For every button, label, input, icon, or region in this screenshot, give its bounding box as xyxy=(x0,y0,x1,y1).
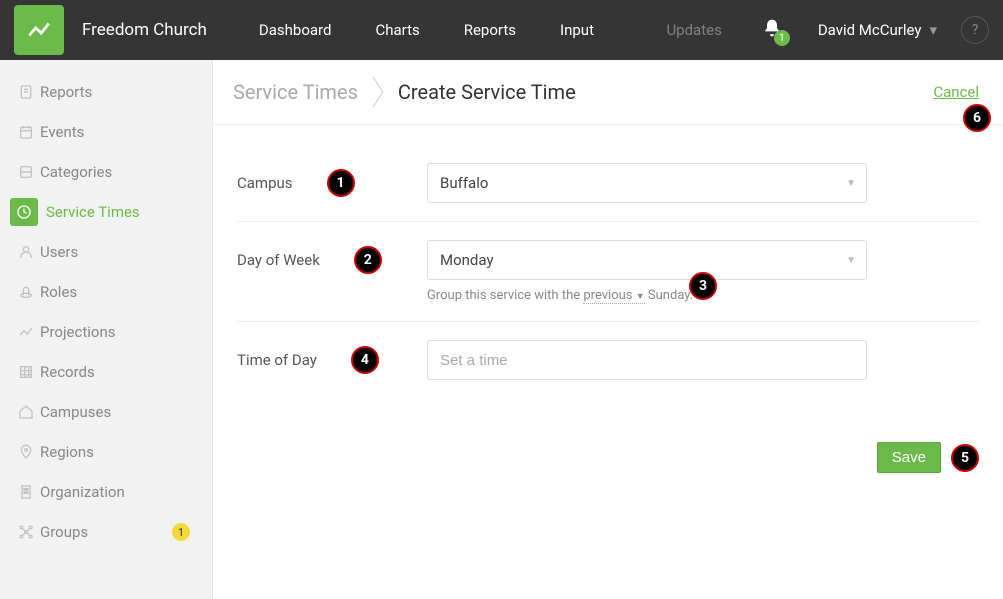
dropdown-icon: ▼ xyxy=(846,178,856,189)
chart-icon xyxy=(12,324,40,340)
sidebar-item-label: Roles xyxy=(40,283,77,301)
sidebar-item-reports[interactable]: Reports xyxy=(0,72,212,112)
sidebar-item-roles[interactable]: Roles xyxy=(0,272,212,312)
building-icon xyxy=(12,484,40,500)
hat-icon xyxy=(12,284,40,300)
sidebar-item-events[interactable]: Events xyxy=(0,112,212,152)
nav-reports[interactable]: Reports xyxy=(442,0,538,60)
annotation-5: 5 xyxy=(951,444,979,472)
categories-icon xyxy=(12,164,40,180)
grouping-hint: Group this service with the previous ▼ S… xyxy=(427,288,867,303)
dow-label: Day of Week xyxy=(237,251,320,269)
tod-input[interactable] xyxy=(427,340,867,380)
sidebar-item-label: Service Times xyxy=(46,203,140,221)
sidebar-item-users[interactable]: Users xyxy=(0,232,212,272)
sidebar-item-service-times[interactable]: Service Times xyxy=(0,192,212,232)
breadcrumb-current: Create Service Time xyxy=(398,80,576,104)
nav-dashboard[interactable]: Dashboard xyxy=(237,0,354,60)
sidebar-item-records[interactable]: Records xyxy=(0,352,212,392)
dow-row: Day of Week 2 Monday ▼ Group this servic… xyxy=(237,222,979,322)
cancel-link[interactable]: Cancel xyxy=(933,83,979,101)
sidebar-item-label: Records xyxy=(40,363,95,381)
sidebar-item-label: Campuses xyxy=(40,403,111,421)
sidebar-item-organization[interactable]: Organization xyxy=(0,472,212,512)
dow-select[interactable]: Monday ▼ xyxy=(427,240,867,280)
sidebar-item-label: Regions xyxy=(40,443,94,461)
user-menu[interactable]: David McCurley ▾ xyxy=(800,21,955,39)
user-icon xyxy=(12,244,40,260)
home-icon xyxy=(12,404,40,420)
breadcrumb: Service Times Create Service Time Cancel… xyxy=(213,60,1003,125)
campus-value: Buffalo xyxy=(440,174,488,192)
sidebar-item-label: Groups xyxy=(40,523,88,541)
main-content: Service Times Create Service Time Cancel… xyxy=(213,60,1003,599)
clock-icon xyxy=(10,198,38,226)
sidebar-item-categories[interactable]: Categories xyxy=(0,152,212,192)
help-button[interactable]: ? xyxy=(961,16,989,44)
calendar-icon xyxy=(12,124,40,140)
nav-input[interactable]: Input xyxy=(538,0,616,60)
sidebar-item-label: Users xyxy=(40,243,78,261)
sidebar-item-regions[interactable]: Regions xyxy=(0,432,212,472)
campus-label: Campus xyxy=(237,174,293,192)
dropdown-icon: ▼ xyxy=(846,255,856,266)
chevron-right-icon xyxy=(372,76,384,108)
app-name[interactable]: Freedom Church xyxy=(82,20,207,40)
sidebar-item-label: Organization xyxy=(40,483,125,501)
topbar: Freedom Church Dashboard Charts Reports … xyxy=(0,0,1003,60)
nav-charts[interactable]: Charts xyxy=(353,0,441,60)
annotation-3: 3 xyxy=(689,272,717,300)
pin-icon xyxy=(12,444,40,460)
sidebar-item-projections[interactable]: Projections xyxy=(0,312,212,352)
sidebar-item-campuses[interactable]: Campuses xyxy=(0,392,212,432)
annotation-4: 4 xyxy=(351,346,379,374)
nav-updates[interactable]: Updates xyxy=(644,0,743,60)
sidebar-item-label: Categories xyxy=(40,163,112,181)
annotation-2: 2 xyxy=(354,246,382,274)
reports-icon xyxy=(12,84,40,100)
sidebar-item-label: Projections xyxy=(40,323,115,341)
sidebar-item-groups[interactable]: Groups 1 xyxy=(0,512,212,552)
groups-badge: 1 xyxy=(172,523,190,541)
app-logo[interactable] xyxy=(14,5,64,55)
campus-row: Campus 1 Buffalo ▼ xyxy=(237,145,979,222)
user-name: David McCurley xyxy=(818,21,922,39)
tod-row: Time of Day 4 xyxy=(237,322,979,398)
annotation-1: 1 xyxy=(327,169,355,197)
save-button[interactable]: Save xyxy=(877,442,941,473)
breadcrumb-parent[interactable]: Service Times xyxy=(233,80,358,104)
grouping-dropdown[interactable]: previous ▼ xyxy=(583,288,644,304)
notifications-button[interactable]: 1 xyxy=(744,18,800,42)
dow-value: Monday xyxy=(440,251,494,269)
annotation-6: 6 xyxy=(963,104,991,132)
form-actions: Save 5 xyxy=(213,418,1003,473)
sidebar-item-label: Events xyxy=(40,123,84,141)
campus-select[interactable]: Buffalo ▼ xyxy=(427,163,867,203)
sidebar: Reports Events Categories Service Times … xyxy=(0,60,213,599)
grid-icon xyxy=(12,364,40,380)
tod-label: Time of Day xyxy=(237,351,317,369)
notification-badge: 1 xyxy=(774,30,790,46)
chevron-down-icon: ▼ xyxy=(636,292,645,302)
sidebar-item-label: Reports xyxy=(40,83,92,101)
chevron-down-icon: ▾ xyxy=(929,21,937,39)
network-icon xyxy=(12,524,40,540)
